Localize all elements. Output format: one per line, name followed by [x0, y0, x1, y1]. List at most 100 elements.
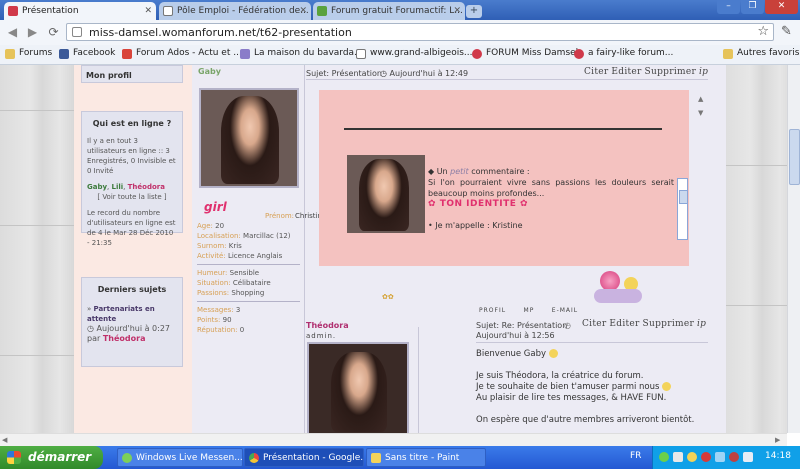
antivirus-icon[interactable] [729, 452, 739, 462]
recent-topic-author[interactable]: Théodora [103, 334, 146, 343]
messenger-icon [122, 453, 132, 463]
online-user-gaby[interactable]: Gaby [87, 183, 107, 191]
horizontal-scrollbar[interactable]: ◀ ▶ [0, 433, 787, 447]
post-header-rule [476, 342, 708, 343]
bookmark-label: Facebook [73, 48, 116, 58]
post1-avatar[interactable] [199, 88, 299, 188]
inner-scrollbar[interactable] [677, 178, 688, 240]
bookmark-label: Forums [19, 48, 53, 58]
new-tab-button[interactable]: + [466, 5, 482, 18]
quote-button[interactable]: Citer [584, 67, 609, 77]
field-label: Humeur: [197, 269, 228, 277]
body-suffix: commentaire : [468, 167, 530, 176]
bookmark-label: FORUM Miss Damsel [486, 48, 579, 58]
field-label: Situation: [197, 279, 231, 287]
tab-forumactif[interactable]: Forum gratuit Forumactif: L... ✕ [313, 2, 465, 20]
close-window-button[interactable]: ✕ [765, 0, 798, 14]
task-messenger[interactable]: Windows Live Messen... [117, 448, 243, 467]
page-icon [72, 27, 82, 37]
ip-button[interactable]: ip [699, 67, 708, 77]
tab-pole-emploi[interactable]: Pôle Emploi - Fédération de... ✕ [159, 2, 311, 20]
reload-icon[interactable]: ⟳ [45, 24, 62, 41]
post2-author-name[interactable]: Théodora [306, 321, 349, 330]
task-paint[interactable]: Sans titre - Paint [366, 448, 486, 467]
tray-icon[interactable] [701, 452, 711, 462]
network-icon[interactable] [715, 452, 725, 462]
bookmarks-bar: Forums Facebook Forum Ados - Actu et ...… [0, 45, 800, 65]
clock[interactable]: 14:18 [765, 451, 791, 461]
close-tab-icon[interactable]: ✕ [144, 2, 152, 20]
scroll-down-icon[interactable]: ▼ [698, 109, 703, 117]
bookmark-forum-ados[interactable]: Forum Ados - Actu et ... [122, 48, 242, 59]
body-emphasis: petit [450, 167, 469, 176]
task-label: Windows Live Messen... [136, 453, 243, 463]
delete-button[interactable]: Supprimer [645, 67, 697, 77]
bookmark-star-icon[interactable]: ☆ [757, 24, 769, 39]
minimize-button[interactable]: – [717, 0, 740, 14]
scroll-right-icon[interactable]: ▶ [775, 436, 780, 444]
post1-date-text: Aujourd'hui à 12:49 [389, 69, 469, 78]
address-bar[interactable]: miss-damsel.womanforum.net/t62-presentat… [66, 23, 774, 41]
close-tab-icon[interactable]: ✕ [453, 2, 461, 20]
post2-role: admin. [306, 332, 337, 340]
quote-button[interactable]: Citer [582, 319, 607, 329]
language-indicator[interactable]: FR [630, 451, 641, 461]
profile-link[interactable]: Mon profil [82, 71, 182, 80]
url-text[interactable]: miss-damsel.womanforum.net/t62-presentat… [89, 26, 352, 39]
post2-avatar[interactable] [307, 342, 409, 433]
online-user-lili[interactable]: Lili [112, 183, 124, 191]
bookmark-grand-albigeois[interactable]: www.grand-albigeois.... [356, 48, 475, 59]
tray-icon[interactable] [659, 452, 669, 462]
divider [197, 264, 300, 265]
close-tab-icon[interactable]: ✕ [299, 2, 307, 20]
field-label: Activité: [197, 252, 226, 260]
back-arrow-icon[interactable]: ◀ [4, 24, 21, 41]
who-online-box: Qui est en ligne ? Il y a en tout 3 util… [81, 111, 183, 247]
browser-toolbar: ◀ ▶ ⟳ miss-damsel.womanforum.net/t62-pre… [0, 20, 800, 45]
scroll-thumb[interactable] [789, 129, 800, 185]
bookmark-facebook[interactable]: Facebook [59, 48, 116, 59]
scroll-left-icon[interactable]: ◀ [2, 436, 7, 444]
bookmark-other[interactable]: Autres favoris [723, 48, 799, 59]
recent-topics-title: Derniers sujets [97, 285, 167, 294]
email-link[interactable]: E-MAIL [552, 307, 578, 314]
tab-presentation[interactable]: Présentation ✕ [4, 2, 156, 20]
forward-arrow-icon[interactable]: ▶ [24, 24, 41, 41]
column-divider [418, 327, 419, 433]
page-scrollbar[interactable] [787, 65, 800, 433]
post1-inline-image [347, 155, 425, 233]
view-full-list-link[interactable]: [ Voir toute la liste ] [87, 192, 177, 202]
post2-line: Bienvenue Gaby [476, 349, 546, 359]
scroll-up-icon[interactable]: ▲ [698, 95, 703, 103]
online-summary: Il y a en tout 3 utilisateurs en ligne :… [87, 137, 176, 175]
edit-button[interactable]: Editer [611, 67, 641, 77]
edit-button[interactable]: Editer [609, 319, 639, 329]
tray-icon[interactable] [673, 452, 683, 462]
tray-icon[interactable] [687, 452, 697, 462]
bookmark-maison-bavarda[interactable]: La maison du bavarda... [240, 48, 363, 59]
rose-icon [472, 49, 482, 59]
post1-author-name[interactable]: Gaby [198, 67, 221, 76]
wrench-menu-icon[interactable]: ✎ [781, 24, 792, 39]
banner-graphic [594, 289, 642, 303]
inner-scroll-thumb[interactable] [679, 190, 688, 204]
portrait-image [359, 159, 409, 231]
bookmark-fairy-like[interactable]: a fairy-like forum... [574, 48, 673, 59]
pm-link[interactable]: MP [524, 307, 535, 314]
rose-icon [574, 49, 584, 59]
profile-link[interactable]: PROFIL [479, 307, 506, 314]
task-chrome[interactable]: Présentation - Google... [244, 448, 364, 467]
wood-plank-line [0, 355, 74, 356]
ip-button[interactable]: ip [697, 319, 706, 329]
maximize-button[interactable]: ❐ [741, 0, 764, 14]
delete-button[interactable]: Supprimer [643, 319, 695, 329]
post2-actions: Citer Editer Supprimer ip [582, 319, 706, 329]
flower-graphic [600, 271, 620, 291]
start-button[interactable]: démarrer [0, 446, 103, 469]
bookmark-forums[interactable]: Forums [5, 48, 53, 59]
bookmark-miss-damsel[interactable]: FORUM Miss Damsel [472, 48, 579, 59]
volume-icon[interactable] [743, 452, 753, 462]
recent-topic-link[interactable]: Partenariats en attente [87, 305, 155, 323]
online-user-theodora[interactable]: Théodora [128, 183, 165, 191]
site-icon [122, 49, 132, 59]
